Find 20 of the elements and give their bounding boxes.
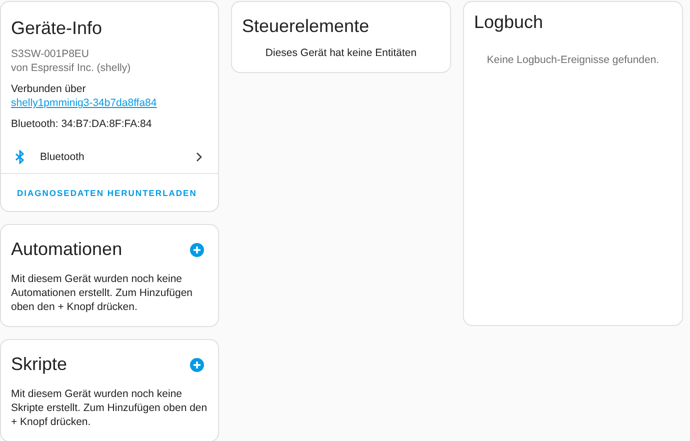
empty-message: Mit diesem Gerät wurden noch keine Skripte erstellt. Zum Hinzufügen oben den + Knopf drücken. (11, 387, 208, 429)
bluetooth-address: Bluetooth: 34:B7:DA:8F:FA:84 (11, 117, 153, 131)
card-title: Skripte (11, 354, 68, 375)
card-title: Geräte-Info (11, 18, 102, 39)
download-button[interactable]: DIAGNOSEDATEN HERUNTERLADEN (17, 188, 197, 198)
device-model: S3SW-001P8EU (11, 47, 90, 61)
bluetooth-icon (15, 150, 25, 164)
empty-message: Dieses Gerät hat keine Entitäten (264, 46, 418, 60)
card-title: Steuerelemente (242, 16, 370, 37)
integration-item[interactable]: Bluetooth (1, 141, 218, 173)
card-title: Logbuch (474, 12, 544, 33)
empty-message: Keine Logbuch-Ereignisse gefunden. (486, 53, 660, 67)
add-icon[interactable] (190, 242, 204, 256)
connection-text: Verbunden über shelly1pmminig3-34b7da8ffa84 (11, 82, 158, 110)
manufacturer-text: von Espressif Inc. (shelly) (11, 61, 132, 75)
empty-message: Mit diesem Gerät wurden noch keine Automationen erstellt. Zum Hinzufügen oben den + Knopf drücken. (11, 272, 194, 314)
card-title: Automationen (11, 239, 122, 260)
chevron-icon (196, 152, 202, 162)
device-link[interactable]: shelly1pmminig3-34b7da8ffa84 (11, 97, 157, 109)
add-icon[interactable] (190, 358, 204, 372)
